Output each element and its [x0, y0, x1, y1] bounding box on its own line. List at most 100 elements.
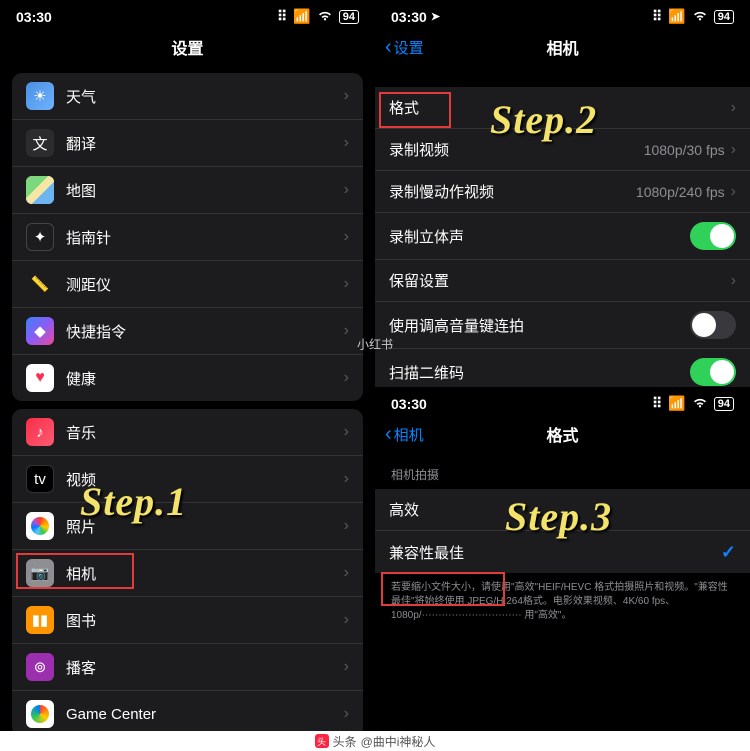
format-footnote: 若要缩小文件大小，请使用"高效"HEIF/HEVC 格式拍摄照片和视频。"兼容性… — [375, 573, 750, 631]
app-icon: 文 — [26, 129, 54, 157]
toutiao-logo-icon: 头 — [315, 734, 329, 748]
settings-row-图书[interactable]: ▮▮图书› — [12, 597, 363, 644]
row-label: 翻译 — [66, 133, 344, 154]
location-icon: ➤ — [431, 10, 440, 23]
app-icon — [26, 176, 54, 204]
status-bar: 03:30 ⠿ 📶 94 — [0, 0, 375, 29]
app-icon: ✦ — [26, 223, 54, 251]
settings-row-视频[interactable]: tv 视频› — [12, 456, 363, 503]
row-label: 图书 — [66, 610, 344, 631]
row-label: 天气 — [66, 86, 344, 107]
status-time: 03:30 — [391, 9, 427, 25]
wifi-icon — [692, 9, 708, 25]
status-time: 03:30 — [391, 396, 427, 412]
row-value: 1080p/240 fps — [636, 184, 725, 200]
app-icon — [26, 700, 54, 728]
chevron-left-icon: ‹ — [385, 424, 392, 444]
battery-icon: 94 — [339, 10, 359, 24]
nav-bar: ‹ 相机 格式 — [375, 416, 750, 452]
settings-row-健康[interactable]: ♥健康› — [12, 355, 363, 401]
app-icon: ♪ — [26, 418, 54, 446]
settings-row-Game Center[interactable]: Game Center› — [12, 691, 363, 731]
settings-row-快捷指令[interactable]: ◆快捷指令› — [12, 308, 363, 355]
camera-row-4[interactable]: 保留设置› — [375, 260, 750, 302]
page-title: 设置 — [171, 35, 203, 59]
camera-row-6[interactable]: 扫描二维码 — [375, 349, 750, 387]
chevron-right-icon: › — [344, 87, 349, 105]
signal-icon: ⠿ — [652, 8, 662, 25]
format-row-0[interactable]: 高效 — [375, 489, 750, 531]
row-label: 兼容性最佳 — [389, 542, 721, 563]
nav-bar: ‹ 设置 相机 — [375, 29, 750, 65]
chevron-right-icon: › — [344, 470, 349, 488]
page-title: 格式 — [546, 422, 578, 446]
app-icon — [26, 512, 54, 540]
row-label: 地图 — [66, 180, 344, 201]
chevron-right-icon: › — [344, 275, 349, 293]
row-label: 高效 — [389, 499, 736, 520]
app-icon: ☀ — [26, 82, 54, 110]
settings-row-相机[interactable]: 📷 相机› — [12, 550, 363, 597]
app-icon: 📷 — [26, 559, 54, 587]
row-label: 格式 — [389, 97, 731, 118]
camera-row-3[interactable]: 录制立体声 — [375, 213, 750, 260]
row-label: Game Center — [66, 706, 344, 723]
chevron-right-icon: › — [731, 272, 736, 290]
row-label: 照片 — [66, 516, 344, 537]
status-bar: 03:30 ⠿ 📶 94 — [375, 387, 750, 416]
signal-icon: ⠿ — [652, 395, 662, 412]
settings-row-测距仪[interactable]: 📏测距仪› — [12, 261, 363, 308]
toggle-switch[interactable] — [690, 222, 736, 250]
battery-icon: 94 — [714, 10, 734, 24]
settings-row-音乐[interactable]: ♪音乐› — [12, 409, 363, 456]
back-label: 设置 — [394, 37, 424, 58]
battery-icon: 94 — [714, 397, 734, 411]
settings-group-a: ☀天气›文翻译›地图›✦指南针›📏测距仪›◆快捷指令›♥健康› — [12, 73, 363, 401]
app-icon: ◆ — [26, 317, 54, 345]
back-label: 相机 — [394, 424, 424, 445]
row-label: 录制慢动作视频 — [389, 181, 636, 202]
chevron-right-icon: › — [344, 564, 349, 582]
app-icon: ▮▮ — [26, 606, 54, 634]
camera-row-1[interactable]: 录制视频1080p/30 fps › — [375, 129, 750, 171]
back-button[interactable]: ‹ 相机 — [385, 424, 424, 445]
row-label: 视频 — [66, 469, 344, 490]
app-icon: tv — [26, 465, 54, 493]
toggle-switch[interactable] — [690, 311, 736, 339]
settings-row-指南针[interactable]: ✦ 指南针› — [12, 214, 363, 261]
row-label: 扫描二维码 — [389, 362, 690, 383]
cellular-icon: 📶 — [668, 8, 685, 25]
camera-row-5[interactable]: 使用调高音量键连拍 — [375, 302, 750, 349]
chevron-right-icon: › — [344, 228, 349, 246]
settings-row-天气[interactable]: ☀ 天气› — [12, 73, 363, 120]
row-label: 测距仪 — [66, 274, 344, 295]
row-label: 录制视频 — [389, 139, 644, 160]
attribution-bar: 头 头条 @曲中i神秘人 — [0, 731, 750, 751]
settings-row-照片[interactable]: 照片› — [12, 503, 363, 550]
app-icon: ♥ — [26, 364, 54, 392]
attribution-prefix: 头条 — [333, 733, 357, 750]
nav-bar: 设置 — [0, 29, 375, 65]
back-button[interactable]: ‹ 设置 — [385, 37, 424, 58]
wifi-icon — [692, 396, 708, 412]
chevron-right-icon: › — [344, 705, 349, 723]
camera-row-0[interactable]: 格式› — [375, 87, 750, 129]
toggle-switch[interactable] — [690, 358, 736, 386]
chevron-right-icon: › — [344, 134, 349, 152]
settings-row-翻译[interactable]: 文翻译› — [12, 120, 363, 167]
settings-row-播客[interactable]: ⊚播客› — [12, 644, 363, 691]
chevron-right-icon: › — [731, 183, 736, 201]
camera-row-2[interactable]: 录制慢动作视频1080p/240 fps › — [375, 171, 750, 213]
chevron-right-icon: › — [344, 423, 349, 441]
settings-row-地图[interactable]: 地图› — [12, 167, 363, 214]
chevron-right-icon: › — [731, 141, 736, 159]
watermark: 小红书 — [357, 335, 393, 352]
row-label: 指南针 — [66, 227, 344, 248]
format-rows: 高效兼容性最佳✓ — [375, 489, 750, 573]
section-header: 相机拍摄 — [375, 452, 750, 489]
wifi-icon — [317, 9, 333, 25]
format-settings-panel: 03:30 ⠿ 📶 94 ‹ 相机 格式 相机拍摄 高效兼容性最佳✓ 若要缩小文… — [375, 387, 750, 731]
row-label: 相机 — [66, 563, 344, 584]
row-value: 1080p/30 fps — [644, 142, 725, 158]
format-row-1[interactable]: 兼容性最佳✓ — [375, 531, 750, 573]
